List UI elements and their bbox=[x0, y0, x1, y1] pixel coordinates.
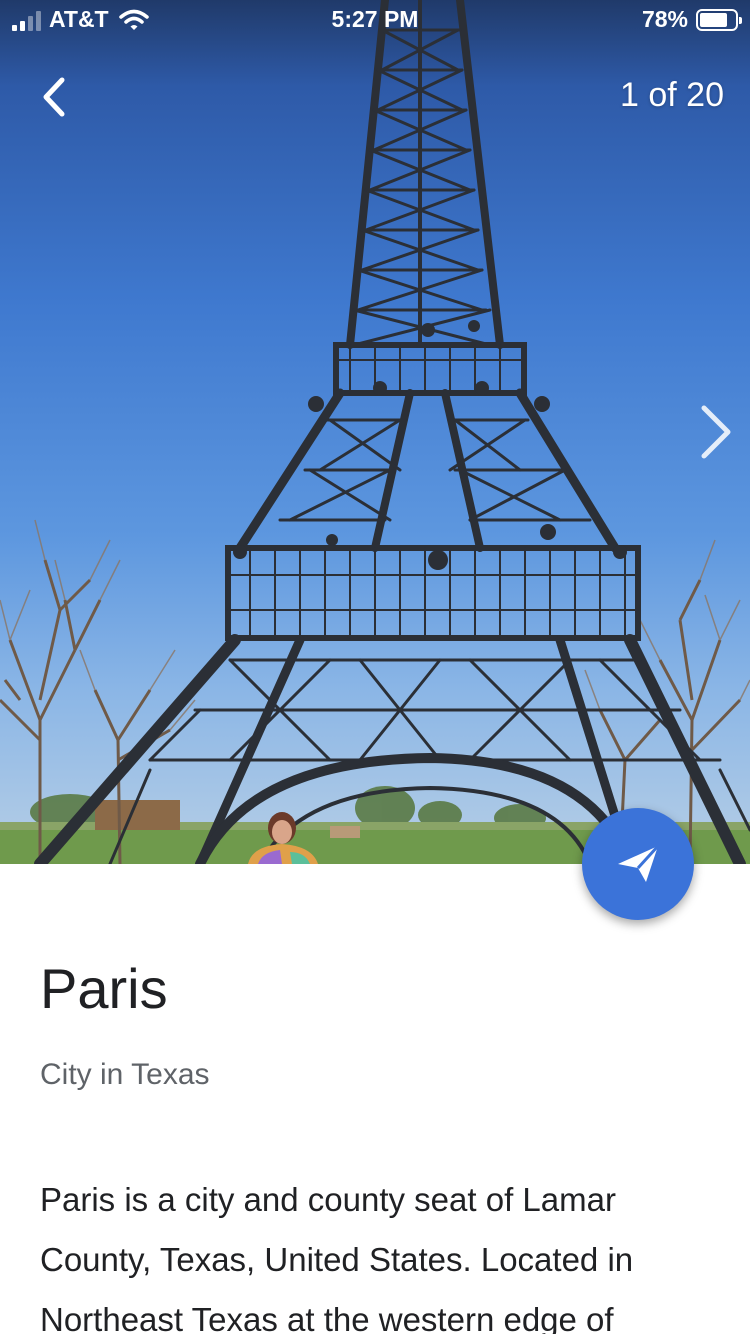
place-photo-screen: AT&T 5:27 PM 78% 1 of 20 Paris City in T… bbox=[0, 0, 750, 1334]
place-description: Paris is a city and county seat of Lamar… bbox=[40, 1181, 634, 1334]
battery-percentage: 78% bbox=[641, 6, 688, 32]
battery-level-fill bbox=[700, 12, 727, 27]
paper-plane-icon bbox=[618, 844, 660, 882]
place-title: Paris bbox=[40, 957, 168, 1020]
status-time: 5:27 PM bbox=[331, 6, 419, 32]
status-right: 78% bbox=[641, 6, 742, 33]
chevron-right-icon bbox=[701, 405, 731, 459]
status-bar: AT&T 5:27 PM 78% bbox=[0, 0, 750, 40]
photo-counter: 1 of 20 bbox=[620, 76, 724, 114]
battery-icon bbox=[696, 8, 742, 31]
place-photo[interactable] bbox=[0, 0, 750, 864]
chevron-left-icon bbox=[43, 77, 65, 117]
next-photo-button[interactable] bbox=[694, 400, 738, 464]
eiffel-tower-photo bbox=[0, 0, 750, 864]
place-subtitle: City in Texas bbox=[40, 1058, 210, 1091]
back-button[interactable] bbox=[32, 70, 80, 124]
battery-cap bbox=[739, 16, 742, 24]
directions-button[interactable] bbox=[582, 808, 694, 920]
